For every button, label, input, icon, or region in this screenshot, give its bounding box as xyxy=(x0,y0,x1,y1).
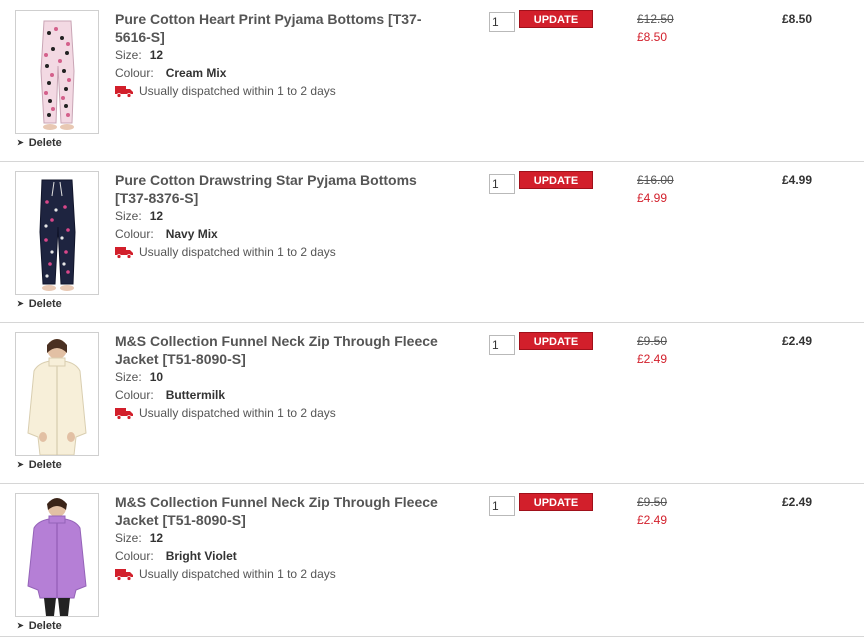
quantity-input[interactable] xyxy=(489,12,515,32)
product-title-line1: M&S Collection Funnel Neck Zip Through F… xyxy=(115,494,438,510)
dispatch-info: Usually dispatched within 1 to 2 days xyxy=(115,84,336,101)
dispatch-text: Usually dispatched within 1 to 2 days xyxy=(139,567,336,581)
dispatch-info: Usually dispatched within 1 to 2 days xyxy=(115,406,336,423)
now-price: £8.50 xyxy=(637,30,668,44)
delete-link[interactable]: ➤ Delete xyxy=(17,298,62,310)
product-image-fleece-violet[interactable] xyxy=(15,493,99,617)
arrow-right-icon: ➤ xyxy=(17,299,24,308)
colour-line: Colour: Buttermilk xyxy=(115,388,225,402)
colour-value: Cream Mix xyxy=(165,66,227,80)
basket-item-row: ➤ Delete Pure Cotton Heart Print Pyjama B… xyxy=(0,0,864,162)
product-title-line1: Pure Cotton Drawstring Star Pyjama Botto… xyxy=(115,172,417,188)
dispatch-text: Usually dispatched within 1 to 2 days xyxy=(139,406,336,420)
colour-value: Navy Mix xyxy=(165,227,218,241)
line-total: £4.99 xyxy=(782,173,813,187)
colour-line: Colour: Bright Violet xyxy=(115,549,237,563)
delivery-truck-icon xyxy=(115,84,133,101)
delete-label: Delete xyxy=(28,137,62,149)
size-value: 12 xyxy=(149,531,164,545)
basket-item-row: ➤ Delete Pure Cotton Drawstring Star Pyja… xyxy=(0,161,864,323)
size-value: 12 xyxy=(149,209,164,223)
size-label: Size: xyxy=(115,531,142,545)
delivery-truck-icon xyxy=(115,567,133,584)
size-line: Size: 12 xyxy=(115,209,163,223)
basket-item-row: ➤ Delete M&S Collection Funnel Neck Zip T… xyxy=(0,483,864,637)
product-image-pyjama-hearts[interactable] xyxy=(15,10,99,134)
product-title-line2: [T37-8376-S] xyxy=(115,190,199,206)
basket-item-row: ➤ Delete M&S Collection Funnel Neck Zip T… xyxy=(0,322,864,484)
colour-line: Colour: Navy Mix xyxy=(115,227,218,241)
quantity-input[interactable] xyxy=(489,496,515,516)
delete-link[interactable]: ➤ Delete xyxy=(17,137,62,149)
product-title[interactable]: Pure Cotton Heart Print Pyjama Bottoms [… xyxy=(115,10,475,46)
dispatch-text: Usually dispatched within 1 to 2 days xyxy=(139,245,336,259)
now-price: £2.49 xyxy=(637,352,668,366)
colour-value: Buttermilk xyxy=(165,388,226,402)
colour-label: Colour: xyxy=(115,388,154,402)
size-line: Size: 12 xyxy=(115,48,163,62)
product-title-line2: 5616-S] xyxy=(115,29,165,45)
update-button[interactable]: UPDATE xyxy=(519,493,593,511)
delete-label: Delete xyxy=(28,459,62,471)
arrow-right-icon: ➤ xyxy=(17,138,24,147)
colour-line: Colour: Cream Mix xyxy=(115,66,226,80)
was-price: £16.00 xyxy=(637,173,674,187)
delete-label: Delete xyxy=(28,620,62,632)
quantity-input[interactable] xyxy=(489,174,515,194)
line-total: £2.49 xyxy=(782,334,813,348)
delivery-truck-icon xyxy=(115,245,133,262)
arrow-right-icon: ➤ xyxy=(17,621,24,630)
line-total: £8.50 xyxy=(782,12,813,26)
size-label: Size: xyxy=(115,209,142,223)
product-title-line2: Jacket [T51-8090-S] xyxy=(115,351,246,367)
product-title-line1: M&S Collection Funnel Neck Zip Through F… xyxy=(115,333,438,349)
size-label: Size: xyxy=(115,370,142,384)
delete-label: Delete xyxy=(28,298,62,310)
line-total: £2.49 xyxy=(782,495,813,509)
was-price: £9.50 xyxy=(637,495,668,509)
delivery-truck-icon xyxy=(115,406,133,423)
now-price: £4.99 xyxy=(637,191,668,205)
colour-value: Bright Violet xyxy=(165,549,237,563)
delete-link[interactable]: ➤ Delete xyxy=(17,620,62,632)
size-line: Size: 10 xyxy=(115,370,163,384)
was-price: £9.50 xyxy=(637,334,668,348)
size-line: Size: 12 xyxy=(115,531,163,545)
size-value: 12 xyxy=(149,48,164,62)
dispatch-info: Usually dispatched within 1 to 2 days xyxy=(115,567,336,584)
update-button[interactable]: UPDATE xyxy=(519,332,593,350)
now-price: £2.49 xyxy=(637,513,668,527)
colour-label: Colour: xyxy=(115,549,154,563)
dispatch-info: Usually dispatched within 1 to 2 days xyxy=(115,245,336,262)
product-image-pyjama-stars[interactable] xyxy=(15,171,99,295)
update-button[interactable]: UPDATE xyxy=(519,171,593,189)
size-value: 10 xyxy=(149,370,164,384)
product-title-line1: Pure Cotton Heart Print Pyjama Bottoms [… xyxy=(115,11,422,27)
arrow-right-icon: ➤ xyxy=(17,460,24,469)
size-label: Size: xyxy=(115,48,142,62)
update-button[interactable]: UPDATE xyxy=(519,10,593,28)
product-title[interactable]: M&S Collection Funnel Neck Zip Through F… xyxy=(115,332,475,368)
delete-link[interactable]: ➤ Delete xyxy=(17,459,62,471)
colour-label: Colour: xyxy=(115,66,154,80)
dispatch-text: Usually dispatched within 1 to 2 days xyxy=(139,84,336,98)
quantity-input[interactable] xyxy=(489,335,515,355)
colour-label: Colour: xyxy=(115,227,154,241)
product-title-line2: Jacket [T51-8090-S] xyxy=(115,512,246,528)
product-title[interactable]: M&S Collection Funnel Neck Zip Through F… xyxy=(115,493,475,529)
product-title[interactable]: Pure Cotton Drawstring Star Pyjama Botto… xyxy=(115,171,475,207)
was-price: £12.50 xyxy=(637,12,674,26)
product-image-fleece-buttermilk[interactable] xyxy=(15,332,99,456)
